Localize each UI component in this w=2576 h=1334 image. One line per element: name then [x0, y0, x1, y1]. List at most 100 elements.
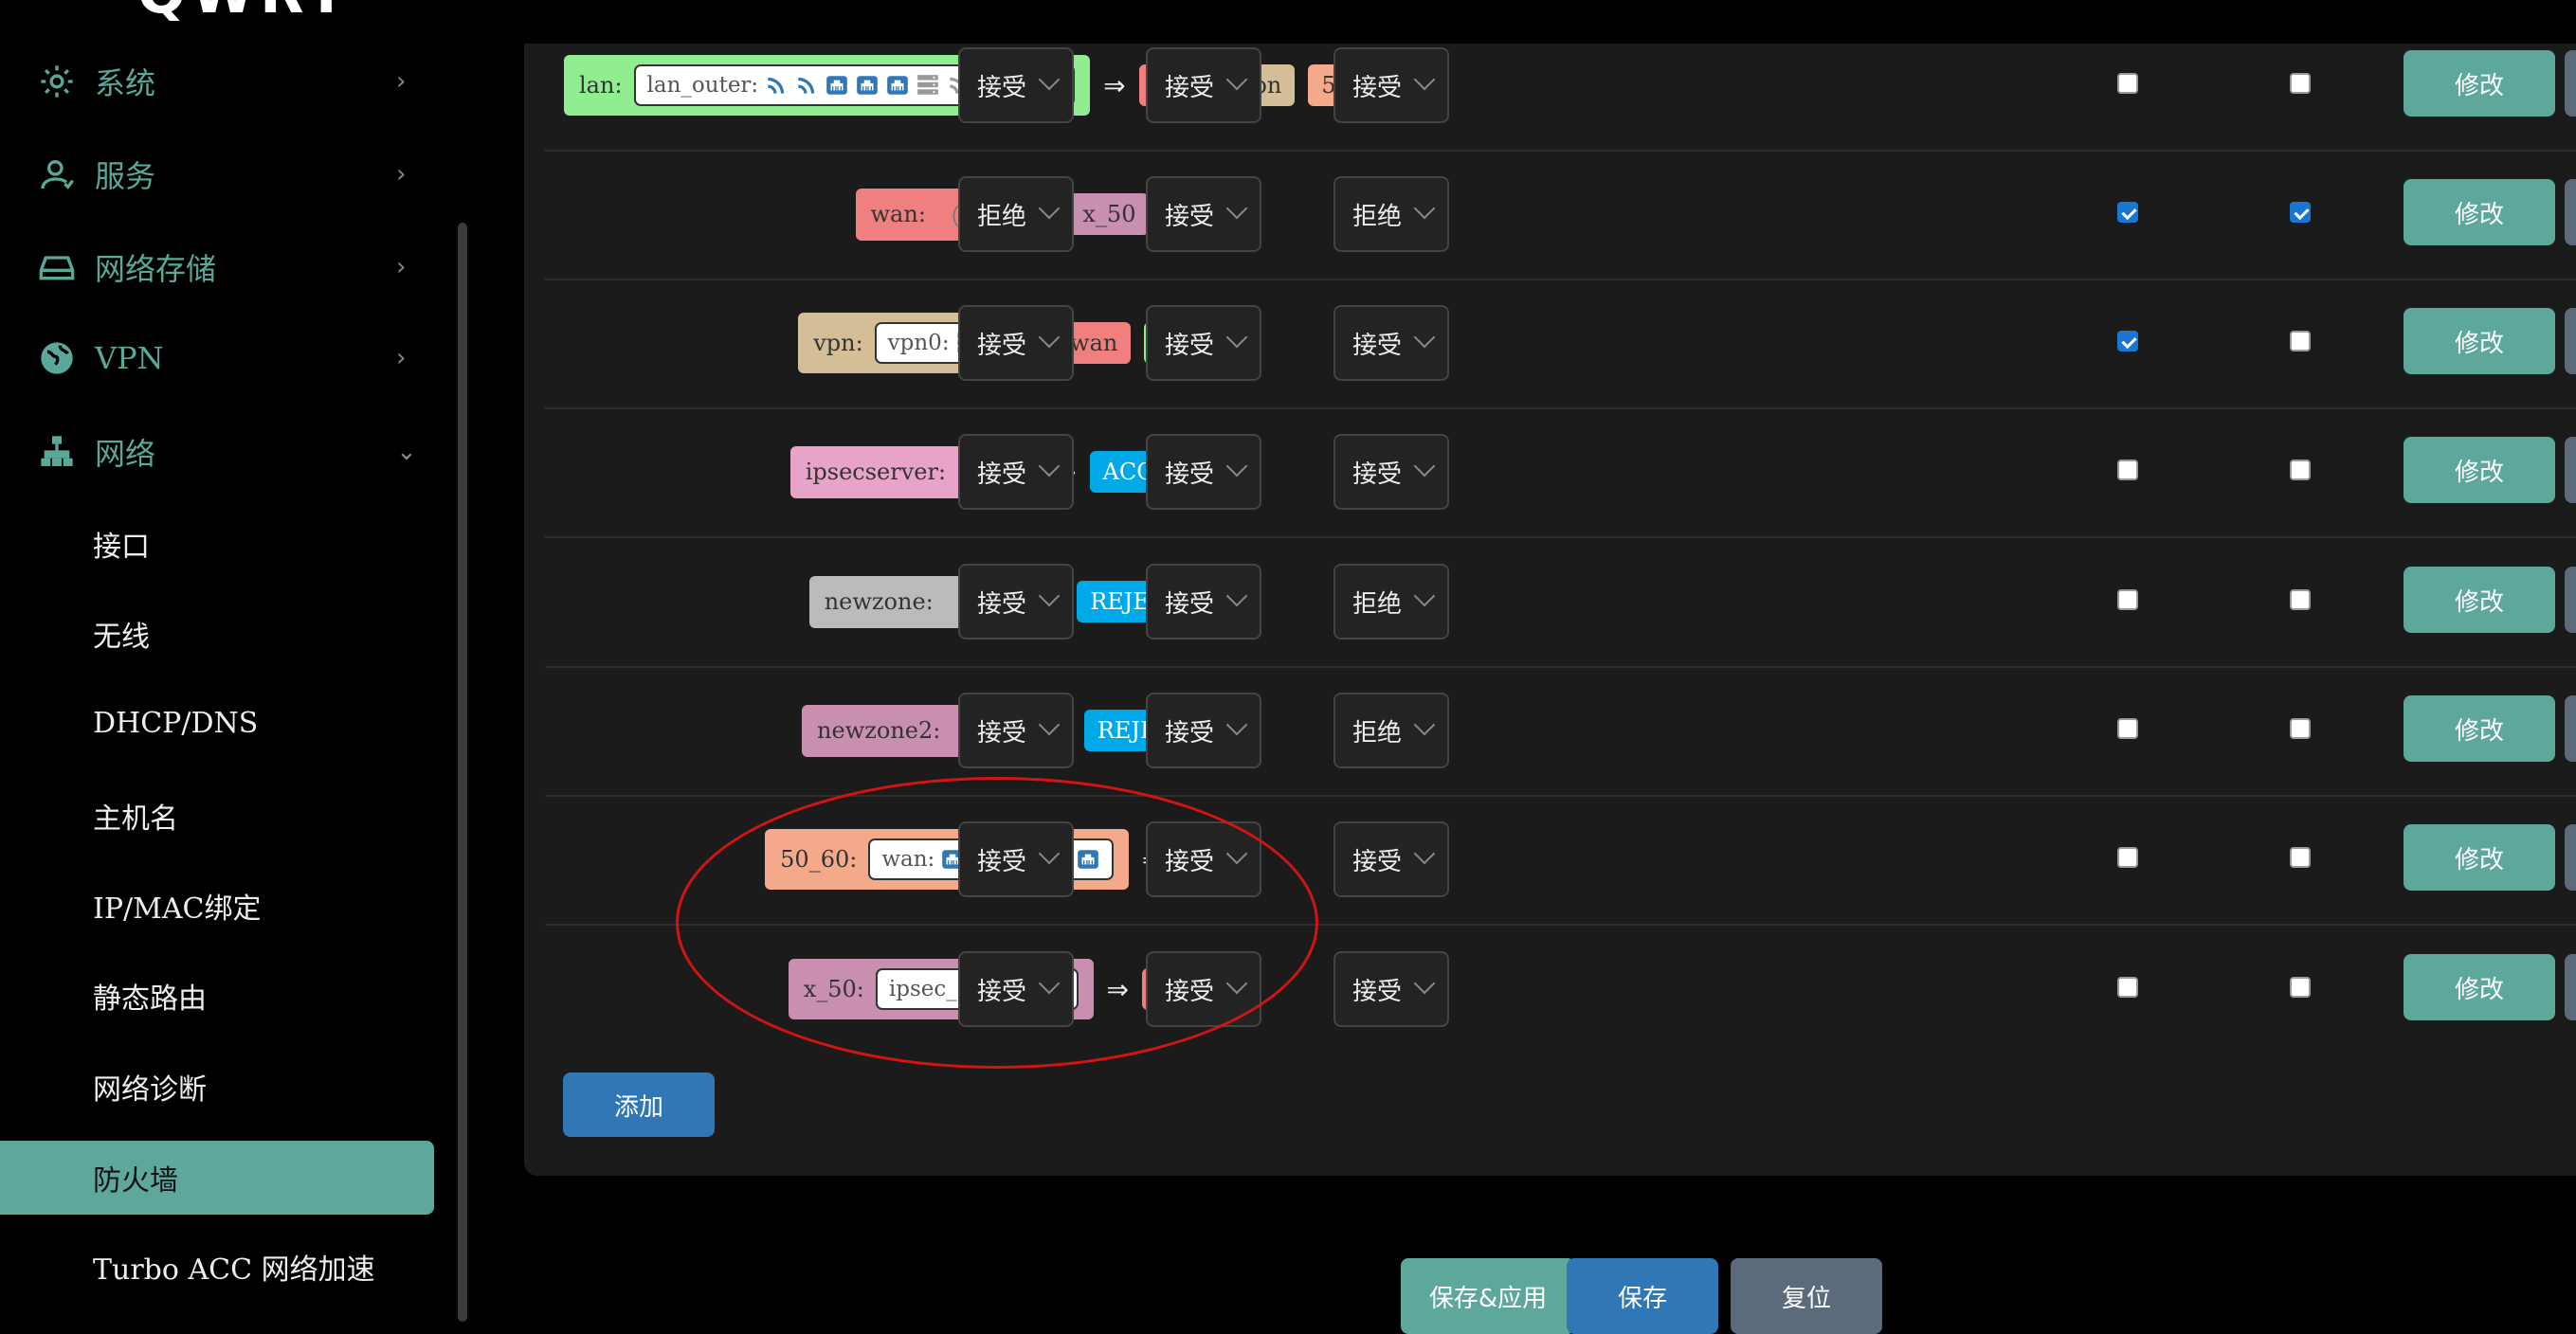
forward-policy-select[interactable]: 接受 [1333, 951, 1449, 1027]
select-value: 接受 [977, 977, 1027, 1006]
delete-zone-button[interactable] [2565, 179, 2576, 245]
chevron-down-icon [1413, 585, 1436, 607]
input-policy-select[interactable]: 接受 [958, 47, 1074, 123]
sidebar-subitem-1[interactable]: 无线 [0, 597, 434, 671]
sidebar-subitem-3[interactable]: 主机名 [0, 779, 434, 853]
zone-row: newzone2:（空）⇒REJECT接受接受拒绝修改 [545, 666, 2576, 797]
input-policy-select[interactable]: 拒绝 [958, 176, 1074, 252]
interface-name: lan_outer: [646, 73, 759, 98]
sidebar-item-1[interactable]: 服务 › [0, 136, 436, 212]
chevron-down-icon [1225, 713, 1248, 736]
delete-zone-button[interactable] [2565, 695, 2576, 762]
chevron-down-icon [1038, 197, 1061, 220]
forward-policy-select[interactable]: 接受 [1333, 821, 1449, 897]
mss-clamping-checkbox[interactable] [2290, 847, 2311, 868]
delete-zone-button[interactable] [2565, 567, 2576, 633]
output-policy-select[interactable]: 接受 [1146, 564, 1261, 640]
ethernet-icon [885, 73, 910, 98]
select-value: 接受 [1165, 589, 1215, 619]
select-value: 接受 [1352, 847, 1403, 876]
forward-policy-select[interactable]: 接受 [1333, 434, 1449, 510]
input-policy-select[interactable]: 接受 [958, 434, 1074, 510]
forward-policy-select[interactable]: 拒绝 [1333, 176, 1449, 252]
output-policy-select[interactable]: 接受 [1146, 693, 1261, 768]
forward-target-tag: x_50 [1069, 193, 1150, 235]
reset-button[interactable]: 复位 [1731, 1258, 1882, 1334]
masquerading-checkbox[interactable] [2117, 460, 2138, 480]
sidebar-item-2[interactable]: 网络存储 › [0, 229, 436, 305]
edit-zone-button[interactable]: 修改 [2404, 50, 2555, 117]
sidebar-subitem-0[interactable]: 接口 [0, 507, 434, 581]
save-apply-button[interactable]: 保存&应用 [1401, 1258, 1575, 1334]
forward-policy-select[interactable]: 拒绝 [1333, 564, 1449, 640]
mss-clamping-checkbox[interactable] [2290, 202, 2311, 223]
chevron-down-icon [1225, 68, 1248, 91]
edit-zone-button[interactable]: 修改 [2404, 954, 2555, 1020]
mss-clamping-checkbox[interactable] [2290, 331, 2311, 352]
sidebar-item-label: VPN [95, 340, 164, 376]
edit-zone-button[interactable]: 修改 [2404, 308, 2555, 374]
delete-zone-button[interactable] [2565, 954, 2576, 1020]
masquerading-checkbox[interactable] [2117, 331, 2138, 352]
sidebar-subitem-7[interactable]: 防火墙 [0, 1141, 434, 1215]
edit-zone-button[interactable]: 修改 [2404, 567, 2555, 633]
masquerading-checkbox[interactable] [2117, 718, 2138, 739]
output-policy-select[interactable]: 接受 [1146, 434, 1261, 510]
mss-clamping-checkbox[interactable] [2290, 977, 2311, 998]
sidebar-subitem-4[interactable]: IP/MAC绑定 [0, 869, 434, 943]
output-policy-select[interactable]: 接受 [1146, 305, 1261, 381]
masquerading-checkbox[interactable] [2117, 977, 2138, 998]
forward-policy-select[interactable]: 拒绝 [1333, 693, 1449, 768]
select-value: 接受 [1165, 331, 1215, 360]
forward-policy-select[interactable]: 接受 [1333, 47, 1449, 123]
chevron-down-icon [1225, 455, 1248, 478]
forward-policy-select[interactable]: 接受 [1333, 305, 1449, 381]
chevron-down-icon [1038, 972, 1061, 995]
edit-zone-button[interactable]: 修改 [2404, 695, 2555, 762]
chevron-down-icon [1038, 68, 1061, 91]
sidebar-item-3[interactable]: VPN › [0, 320, 436, 396]
chevron-down-icon [1038, 713, 1061, 736]
input-policy-select[interactable]: 接受 [958, 564, 1074, 640]
zone-row: lan:lan_outer:⇒wanvpn50_60接受接受接受修改 [545, 21, 2576, 152]
edit-zone-button[interactable]: 修改 [2404, 437, 2555, 503]
delete-zone-button[interactable] [2565, 50, 2576, 117]
masquerading-checkbox[interactable] [2117, 73, 2138, 94]
masquerading-checkbox[interactable] [2117, 202, 2138, 223]
chevron-icon: ⌄ [396, 438, 417, 466]
sidebar-item-4[interactable]: 网络 ⌄ [0, 414, 436, 490]
sidebar-scrollbar[interactable] [458, 223, 467, 1322]
chevron-down-icon [1413, 842, 1436, 865]
mss-clamping-checkbox[interactable] [2290, 718, 2311, 739]
output-policy-select[interactable]: 接受 [1146, 951, 1261, 1027]
input-policy-select[interactable]: 接受 [958, 305, 1074, 381]
save-button[interactable]: 保存 [1567, 1258, 1718, 1334]
add-zone-button[interactable]: 添加 [563, 1073, 715, 1137]
mss-clamping-checkbox[interactable] [2290, 460, 2311, 480]
sidebar-subitem-6[interactable]: 网络诊断 [0, 1050, 434, 1124]
zone-name: ipsecserver: [805, 459, 947, 485]
input-policy-select[interactable]: 接受 [958, 951, 1074, 1027]
edit-zone-button[interactable]: 修改 [2404, 824, 2555, 891]
chevron-down-icon [1038, 326, 1061, 349]
edit-zone-button[interactable]: 修改 [2404, 179, 2555, 245]
mss-clamping-checkbox[interactable] [2290, 73, 2311, 94]
output-policy-select[interactable]: 接受 [1146, 821, 1261, 897]
select-value: 接受 [1165, 847, 1215, 876]
input-policy-select[interactable]: 接受 [958, 821, 1074, 897]
sidebar-subitem-2[interactable]: DHCP/DNS [0, 686, 434, 760]
masquerading-checkbox[interactable] [2117, 847, 2138, 868]
delete-zone-button[interactable] [2565, 308, 2576, 374]
mss-clamping-checkbox[interactable] [2290, 589, 2311, 610]
sidebar-item-label: 网络存储 [95, 251, 217, 287]
input-policy-select[interactable]: 接受 [958, 693, 1074, 768]
storage-icon [38, 248, 76, 286]
output-policy-select[interactable]: 接受 [1146, 47, 1261, 123]
output-policy-select[interactable]: 接受 [1146, 176, 1261, 252]
sidebar-subitem-5[interactable]: 静态路由 [0, 959, 434, 1033]
delete-zone-button[interactable] [2565, 824, 2576, 891]
sidebar-item-0[interactable]: 系统 › [0, 44, 436, 119]
sidebar-subitem-8[interactable]: Turbo ACC 网络加速 [0, 1230, 434, 1304]
masquerading-checkbox[interactable] [2117, 589, 2138, 610]
delete-zone-button[interactable] [2565, 437, 2576, 503]
